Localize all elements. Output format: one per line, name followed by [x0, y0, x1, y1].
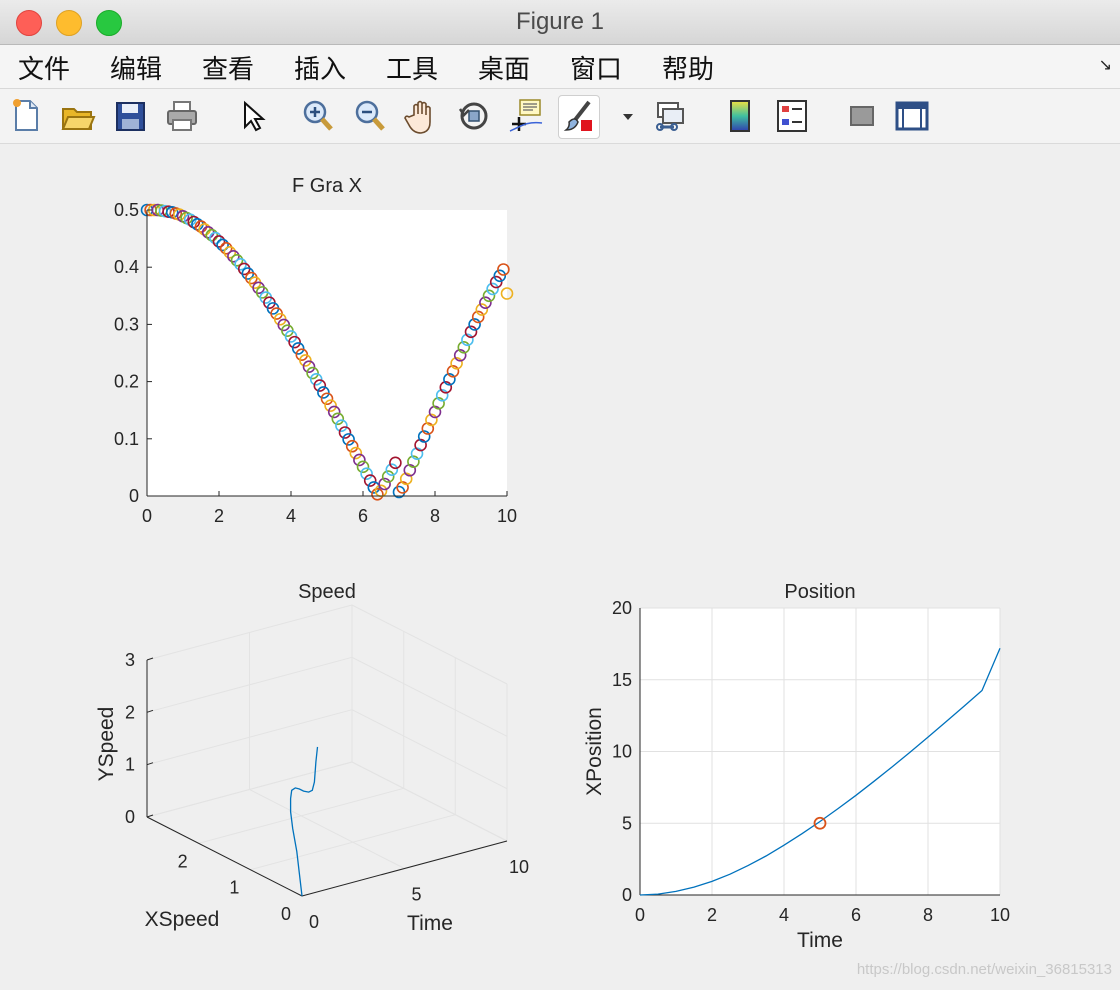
- pan-icon[interactable]: [402, 95, 442, 137]
- menu-bar: 文件 编辑 查看 插入 工具 桌面 窗口 帮助 ↘: [0, 45, 1120, 89]
- menu-help[interactable]: 帮助: [662, 49, 714, 86]
- subplot-position[interactable]: 0 2 4 6 8 10 0 5 10 15 20 Position Time XPosition: [583, 581, 1010, 952]
- y-axis-label-3d: XSpeed: [145, 908, 220, 931]
- x-tick-label-3: 0: [635, 905, 645, 925]
- y-tick-label-1: 0.3: [114, 314, 139, 334]
- chart-title-3: Position: [784, 581, 855, 603]
- x-tick-label-1: 4: [286, 506, 296, 526]
- y-tick-label-3: 10: [612, 742, 632, 762]
- menu-desktop[interactable]: 桌面: [478, 49, 530, 86]
- y-tick-label-3: 20: [612, 598, 632, 618]
- x-tick-label-1: 0: [142, 506, 152, 526]
- menu-insert[interactable]: 插入: [294, 49, 346, 86]
- menu-arrow-icon[interactable]: ↘: [1099, 55, 1112, 74]
- x-tick-label-3: 2: [707, 905, 717, 925]
- toolbar: [0, 89, 1120, 144]
- z-tick-label: 3: [125, 650, 135, 670]
- x-tick-label-1: 8: [430, 506, 440, 526]
- pointer-icon[interactable]: [232, 95, 272, 137]
- figure-area: 0 2 4 6 8 10 0 0.1 0.2 0.3 0.4 0.5 F Gra X 0 5 10 0 1 2 0 1…: [0, 144, 1120, 986]
- window-title: Figure 1: [515, 8, 605, 35]
- brush-dropdown-icon[interactable]: [608, 95, 633, 137]
- hide-plot-tools-icon[interactable]: [842, 95, 882, 137]
- zoom-in-icon[interactable]: [298, 95, 338, 137]
- zoom-out-icon[interactable]: [350, 95, 390, 137]
- y-tick-label-3d: 1: [229, 878, 239, 898]
- x-axis-line-3d: [301, 840, 508, 897]
- x-axis-label-3d: Time: [407, 912, 453, 935]
- colorbar-icon[interactable]: [720, 95, 760, 137]
- x-tick-label-3: 8: [923, 905, 933, 925]
- figure-canvas: 0 2 4 6 8 1000.10.20.30.40.5F Gra X 051001201…: [95, 175, 1010, 952]
- y-tick-label-1: 0: [129, 486, 139, 506]
- y-tick-label-1: 0.5: [114, 200, 139, 220]
- x-axis-label-3: Time: [797, 929, 843, 952]
- chart-title-1: F Gra X: [292, 175, 362, 197]
- x-tick-label-1: 10: [497, 506, 517, 526]
- y-tick-label-3: 15: [612, 670, 632, 690]
- grid-line-3d: [351, 656, 508, 737]
- x-tick-label-3d: 5: [411, 885, 421, 905]
- z-tick-label: 1: [125, 755, 135, 775]
- brush-icon[interactable]: [558, 95, 600, 139]
- x-tick-label-3d: 10: [509, 857, 529, 877]
- speed-series-line: [289, 746, 319, 897]
- y-tick-label-3d: 0: [281, 904, 291, 924]
- menu-tools[interactable]: 工具: [386, 49, 438, 86]
- link-plots-icon[interactable]: [650, 95, 690, 137]
- subplot-speed[interactable]: 0 5 10 0 1 2 0 1 2 3 Time XSpeed YSpeed Speed: [95, 581, 529, 935]
- x-tick-label-1: 2: [214, 506, 224, 526]
- data-cursor-icon[interactable]: [506, 95, 546, 137]
- z-axis-label: YSpeed: [95, 707, 118, 782]
- print-icon[interactable]: [162, 95, 202, 137]
- grid-line-3d: [351, 709, 508, 790]
- show-plot-tools-icon[interactable]: [892, 95, 932, 137]
- window-titlebar: Figure 1: [0, 0, 1120, 45]
- x-tick-label-3: 4: [779, 905, 789, 925]
- grid-line-3d: [198, 787, 404, 844]
- save-icon[interactable]: [110, 95, 150, 137]
- plot-area-1: [147, 210, 507, 496]
- menu-edit[interactable]: 编辑: [110, 49, 162, 86]
- x-tick-label-3: 6: [851, 905, 861, 925]
- grid-line-3d: [351, 761, 508, 842]
- y-tick-label-3d: 2: [178, 851, 188, 871]
- y-tick-label-1: 0.1: [114, 429, 139, 449]
- x-tick-label-1: 6: [358, 506, 368, 526]
- subplot-f-gra-x[interactable]: 0 2 4 6 8 10 0 0.1 0.2 0.3 0.4 0.5 F Gra X: [114, 175, 517, 526]
- legend-icon[interactable]: [772, 95, 812, 137]
- y-axis-line-3d: [146, 816, 303, 897]
- rotate-3d-icon[interactable]: [454, 95, 494, 137]
- x-tick-label-3: 10: [990, 905, 1010, 925]
- watermark: https://blog.csdn.net/weixin_36815313: [856, 961, 1112, 978]
- y-tick-label-3: 0: [622, 885, 632, 905]
- z-tick-label: 0: [125, 807, 135, 827]
- menu-file[interactable]: 文件: [18, 49, 70, 86]
- new-figure-icon[interactable]: [6, 95, 46, 137]
- grid-line-3d: [250, 814, 456, 871]
- menu-view[interactable]: 查看: [202, 49, 254, 86]
- y-axis-label-3: XPosition: [583, 707, 606, 796]
- menu-window[interactable]: 窗口: [570, 49, 622, 86]
- y-tick-label-3: 5: [622, 813, 632, 833]
- chart-title-2: Speed: [298, 581, 356, 603]
- x-tick-label-3d: 0: [309, 912, 319, 932]
- z-tick-label: 2: [125, 702, 135, 722]
- y-tick-label-1: 0.4: [114, 257, 139, 277]
- grid-line-3d: [249, 789, 405, 869]
- y-tick-label-1: 0.2: [114, 372, 139, 392]
- grid-line-3d: [351, 604, 508, 685]
- open-file-icon[interactable]: [58, 95, 98, 137]
